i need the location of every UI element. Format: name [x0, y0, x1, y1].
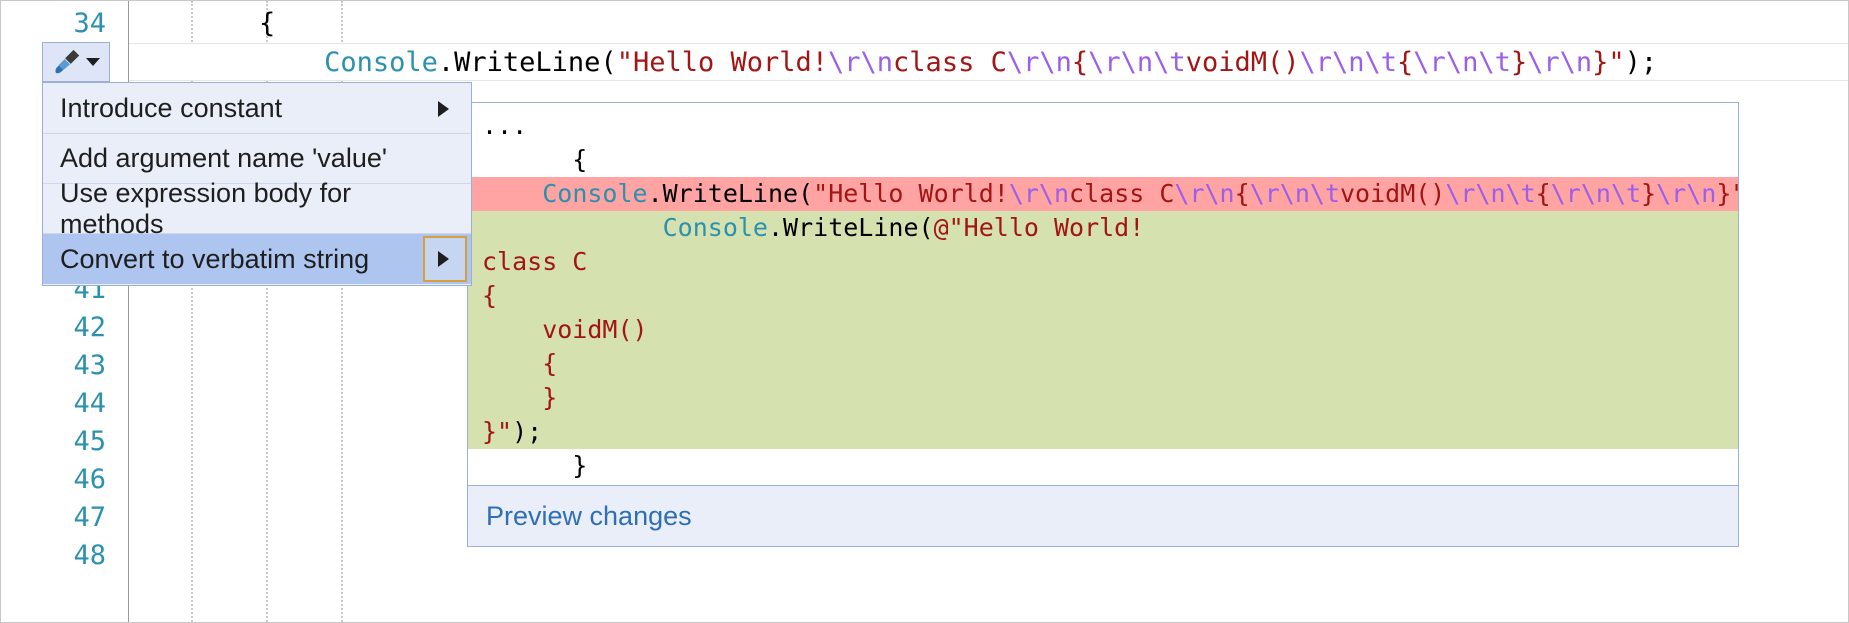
code-token: Console — [542, 179, 648, 208]
line-number: 47 — [73, 502, 106, 533]
quick-action-item-label: Convert to verbatim string — [60, 243, 370, 274]
line-number: 42 — [73, 312, 106, 343]
quick-action-menu-item[interactable]: Convert to verbatim string — [43, 234, 471, 284]
diff-removed-line: Console.WriteLine("Hello World!\r\nclass… — [468, 177, 1738, 211]
diff-added-line: { — [468, 347, 1738, 381]
code-token: \r\n — [1006, 47, 1072, 78]
code-token: } — [1641, 179, 1657, 208]
line-number: 34 — [73, 8, 106, 39]
diff-added-line: voidM() — [468, 313, 1738, 347]
code-token: \r\n — [1656, 179, 1717, 208]
quick-action-item-label: Add argument name 'value' — [60, 143, 388, 173]
quick-action-item-label: Use expression body for methods — [60, 177, 352, 239]
code-token: } — [482, 451, 588, 480]
diff-preview-code: ... { Console.WriteLine("Hello World!\r\… — [468, 103, 1738, 486]
line-number: 43 — [73, 350, 106, 381]
code-token: \r\n\t — [1550, 179, 1642, 208]
code-token: @"Hello World! — [933, 213, 1145, 242]
code-token: { — [1071, 47, 1089, 78]
diff-added-line: { — [468, 279, 1738, 313]
diff-context-line: ... — [468, 483, 1738, 486]
code-token: .WriteLine( — [647, 179, 814, 208]
code-token: \r\n — [1008, 179, 1070, 208]
code-token: \r\n\t — [1445, 179, 1536, 208]
code-token: ); — [1624, 47, 1658, 78]
quick-action-menu-item[interactable]: Use expression body for methods — [43, 178, 471, 239]
code-token: ... — [482, 485, 527, 486]
code-token: \r\n — [828, 47, 894, 78]
code-token: Console — [662, 213, 768, 242]
code-token: "Hello World! — [813, 179, 1009, 208]
code-token: } — [482, 383, 558, 412]
visual-studio-editor-window: 343536373839404142434445464748 { Console… — [0, 0, 1849, 623]
code-token: }" — [1716, 179, 1738, 208]
code-token: "Hello World! — [616, 47, 829, 78]
chevron-right-icon — [438, 100, 449, 117]
diff-added-line: }"); — [468, 415, 1738, 449]
editor-code-line[interactable]: Console.WriteLine("Hello World!\r\nclass… — [129, 43, 1848, 81]
line-number: 44 — [73, 388, 106, 419]
diff-context-line: { — [468, 143, 1738, 177]
chevron-down-icon — [86, 58, 100, 66]
editor-code-line[interactable]: { — [129, 5, 1848, 43]
diff-context-line: } — [468, 449, 1738, 483]
code-token: \r\n\t — [1413, 47, 1511, 78]
code-token: { — [129, 8, 276, 39]
line-number: 48 — [73, 540, 106, 571]
diff-added-line: class C — [468, 245, 1738, 279]
code-token: .WriteLine( — [767, 213, 934, 242]
code-token: \r\n\t — [1088, 47, 1186, 78]
code-token: Console — [324, 47, 438, 78]
code-token: } — [1510, 47, 1528, 78]
code-token: ); — [512, 417, 543, 446]
chevron-right-icon — [438, 251, 449, 267]
code-token: voidM() — [1340, 179, 1446, 208]
preview-footer: Preview changes — [468, 486, 1738, 546]
code-token: { — [482, 281, 498, 310]
quick-action-menu-item[interactable]: Introduce constant — [43, 84, 471, 134]
quick-action-preview-popup: ... { Console.WriteLine("Hello World!\r\… — [467, 102, 1739, 547]
code-token: .WriteLine( — [437, 47, 617, 78]
quick-action-menu-item[interactable]: Add argument name 'value' — [43, 134, 471, 184]
line-number: 45 — [73, 426, 106, 457]
code-token: \r\n\t — [1299, 47, 1398, 78]
diff-context-line: ... — [468, 109, 1738, 143]
quick-actions-button[interactable] — [42, 42, 110, 82]
code-token: { — [1535, 179, 1551, 208]
code-token: { — [1234, 179, 1250, 208]
code-token: voidM() — [482, 315, 648, 344]
code-token: class C — [893, 47, 1007, 78]
code-token: class C — [1069, 179, 1175, 208]
diff-added-line: Console.WriteLine(@"Hello World! — [468, 211, 1738, 245]
code-token: class C — [482, 247, 588, 276]
code-token: ... — [482, 111, 528, 140]
code-token: { — [482, 349, 558, 378]
code-token: \r\n\t — [1249, 179, 1340, 208]
diff-added-line: } — [468, 381, 1738, 415]
code-token: \r\n — [1174, 179, 1235, 208]
screwdriver-icon — [55, 49, 80, 74]
code-token: voidM() — [1185, 47, 1300, 78]
code-token: }" — [482, 417, 513, 446]
line-number: 46 — [73, 464, 106, 495]
quick-actions-menu[interactable]: Introduce constant Add argument name 'val… — [42, 82, 472, 286]
code-token: { — [482, 145, 588, 174]
code-token: { — [1397, 47, 1414, 78]
code-token: }" — [1592, 47, 1625, 78]
quick-action-item-label: Introduce constant — [60, 93, 283, 123]
code-token: \r\n — [1527, 47, 1593, 78]
preview-changes-link[interactable]: Preview changes — [486, 501, 692, 532]
